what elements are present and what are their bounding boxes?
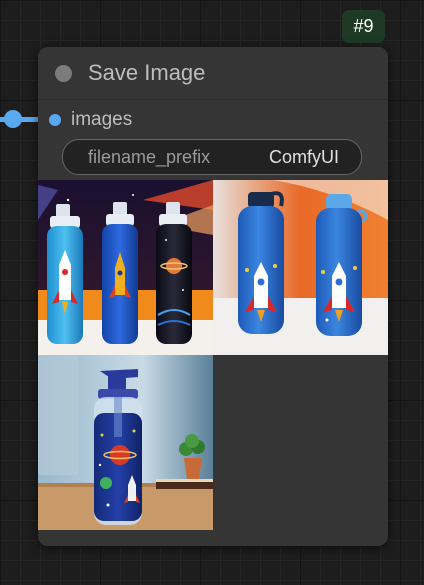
save-image-node[interactable]: Save Image images filename_prefix ComfyU… [38, 47, 388, 546]
output-link-socket[interactable] [4, 110, 22, 128]
node-id-badge: #9 [342, 10, 385, 43]
preview-image-1[interactable] [38, 180, 213, 355]
image-preview-grid [38, 180, 388, 530]
input-slot-images[interactable]: images [38, 107, 388, 135]
node-header[interactable]: Save Image [38, 47, 388, 100]
widget-label: filename_prefix [88, 147, 211, 167]
filename-prefix-widget[interactable]: filename_prefix ComfyUI [62, 139, 362, 175]
widget-value[interactable]: ComfyUI [269, 147, 339, 168]
preview-image-3[interactable] [38, 355, 213, 530]
node-title: Save Image [88, 60, 206, 85]
input-slot-label: images [71, 109, 133, 130]
preview-image-2[interactable] [213, 180, 388, 355]
collapse-toggle-icon[interactable] [55, 65, 72, 82]
input-slot-dot-icon[interactable] [49, 114, 61, 126]
